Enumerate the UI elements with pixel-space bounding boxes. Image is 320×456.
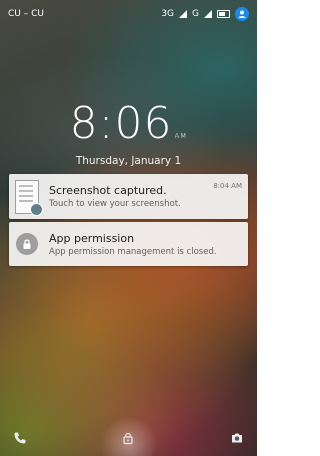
unlock-icon[interactable] [118,428,138,448]
lock-screen: CU – CU 3G G 8:06AM Thursday, January 1 [0,0,257,456]
clock: 8:06 AM Thursday, January 1 [0,98,257,167]
signal-icon-2 [204,10,212,18]
camera-icon[interactable] [227,428,247,448]
notification-text: Touch to view your screenshot. [49,199,181,209]
clock-time: 8:06 AM [70,98,188,149]
notification-app-permission[interactable]: App permission App permission management… [9,222,248,266]
status-bar: CU – CU 3G G [0,0,257,28]
signal-icon [179,10,188,18]
notification-screenshot[interactable]: Screenshot captured. Touch to view your … [9,174,248,219]
clock-ampm: AM [174,132,188,140]
user-icon[interactable] [235,7,249,21]
battery-icon [217,10,230,18]
clock-time-value: 8:06 [69,98,173,149]
notification-title: App permission [49,231,135,245]
screenshot-thumbnail-icon [9,179,45,216]
carrier-label: CU – CU [8,9,44,19]
network-type-label-2: G [192,9,199,19]
notification-time: 8:04 AM [213,182,242,190]
clock-date: Thursday, January 1 [75,155,182,167]
bottom-shortcuts [0,416,257,456]
lock-icon [9,233,45,255]
notification-text: App permission management is closed. [49,246,217,257]
phone-icon[interactable] [10,428,30,448]
network-type-label: 3G [161,9,175,19]
status-icons: 3G G [161,7,249,21]
